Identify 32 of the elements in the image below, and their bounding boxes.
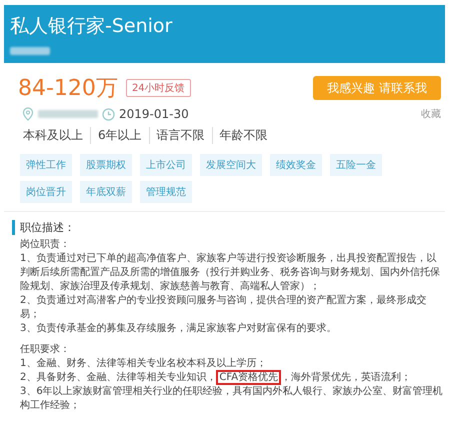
location-icon — [22, 107, 34, 121]
salary: 84-120万 — [18, 75, 118, 103]
requirement-label: 6年以上 — [90, 127, 149, 144]
description-text: 3、6年以上家族财富管理相关行业的任职经验，具有国内外私人银行、家族办公室、财富管理机构工作经验； — [20, 385, 443, 413]
highlighted-text: CFA资格优先 — [216, 370, 282, 385]
description-text: 1、负责通过对已下单的超高净值客户、家族客户等进行投资诊断服务，出具投资配置报告，以判断后续所需配置产品及所需的增值服务（投行并购业务、税务咨询与财务规划、国内外信托保险规划、家族治理及传承规划、家族慈善与教育、高端私人管家）； — [20, 252, 441, 294]
benefit-tag: 弹性工作 — [20, 154, 72, 176]
benefit-tag: 股票期权 — [80, 154, 132, 176]
description-text: 2、具备财务、金融、法律等相关专业知识， — [20, 372, 216, 383]
post-date: 2019-01-30 — [119, 107, 189, 121]
feedback-badge: 24小时反馈 — [126, 79, 191, 97]
description-text: 3、负责传承基金的募集及存续服务，满足家族客户对财富保有的要求。 — [20, 322, 338, 336]
subheading: 岗位职责： — [20, 238, 71, 252]
favorite-link[interactable]: 收藏 — [421, 107, 441, 121]
benefit-tag: 发展空间大 — [200, 154, 262, 176]
requirement-label: 本科及以上 — [22, 127, 84, 144]
apply-button[interactable]: 我感兴趣 请联系我 — [313, 76, 441, 100]
benefit-tag: 五险一金 — [330, 154, 382, 176]
benefit-tag: 岗位晋升 — [20, 181, 72, 203]
description-text: ，海外背景优先，英语流利； — [281, 372, 412, 383]
clock-icon — [102, 108, 115, 120]
benefit-tag: 年底双薪 — [80, 181, 132, 203]
benefit-tag: 绩效奖金 — [270, 154, 322, 176]
job-title: 私人银行家-Senior — [10, 14, 174, 39]
description-text: 1、金融、财务、法律等相关专业名校本科及以上学历； — [20, 357, 268, 371]
benefit-tag: 管理规范 — [140, 181, 192, 203]
benefit-tag: 上市公司 — [140, 154, 192, 176]
requirement-label: 年龄不限 — [212, 127, 275, 144]
subheading: 任职要求： — [20, 343, 71, 357]
requirement-label: 语言不限 — [148, 127, 212, 144]
description-text: 2、负责通过对高潜客户的专业投资顾问服务与咨询，提供合理的资产配置方案，最终形成交易； — [20, 294, 428, 322]
section-heading: 职位描述： — [12, 220, 443, 235]
